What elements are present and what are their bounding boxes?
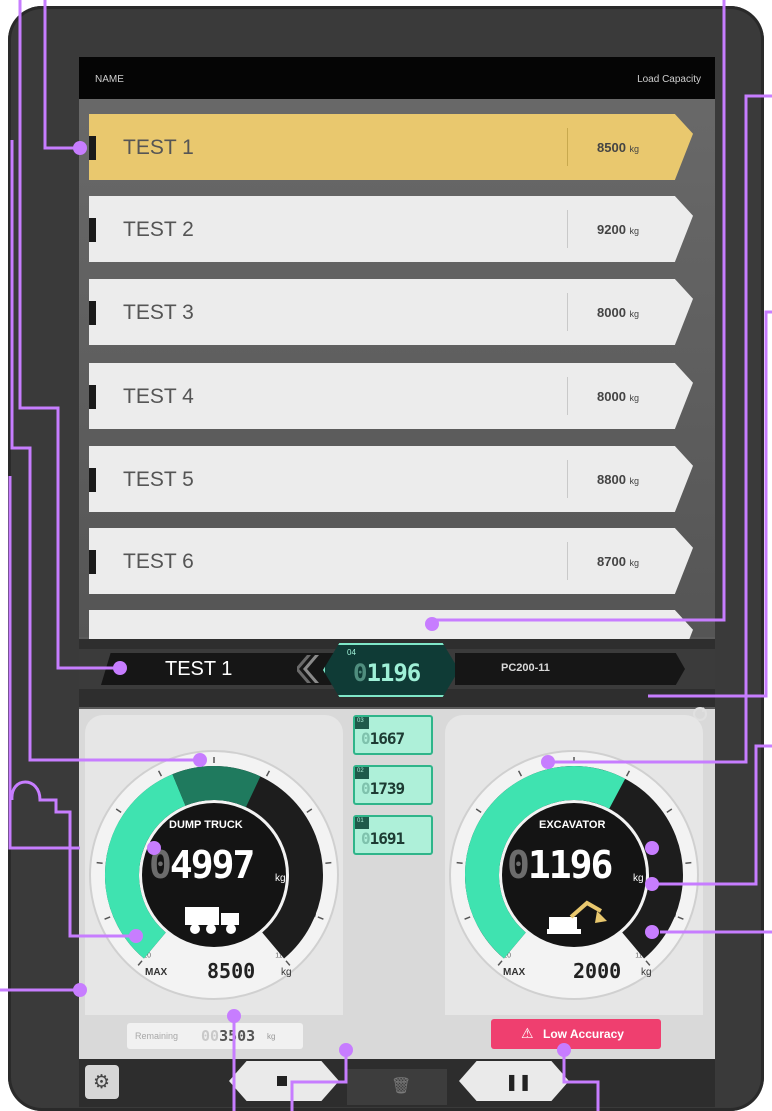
row-capacity: 8500 kg — [597, 140, 640, 155]
excavator-model: PC200-11 — [501, 662, 550, 674]
excavator-value: 01196 — [507, 843, 613, 887]
dump-truck-max-label: MAX — [145, 967, 168, 978]
truck-list: NAME Load Capacity TEST 1 8500 kg TEST 2… — [79, 57, 715, 676]
excavator-unit: kg — [633, 873, 644, 884]
dump-truck-value: 04997 — [149, 843, 255, 887]
list-row-test-3[interactable]: TEST 3 8000 kg — [89, 279, 693, 345]
dump-truck-icon — [185, 907, 239, 934]
header-name: NAME — [95, 74, 124, 85]
list-header: NAME Load Capacity — [79, 57, 715, 99]
row-capacity: 8000 kg — [597, 389, 640, 404]
dump-truck-unit: kg — [275, 873, 286, 884]
row-divider — [567, 128, 568, 166]
row-capacity: 8700 kg — [597, 554, 640, 569]
current-load-display: 04 01196 — [323, 643, 459, 697]
row-capacity: 8800 kg — [597, 472, 640, 487]
row-grip-icon — [89, 136, 96, 160]
chevron-left-icon — [297, 655, 319, 683]
delete-button[interactable]: 🗑 — [347, 1069, 447, 1105]
remaining-label: Remaining — [135, 1031, 179, 1041]
row-grip-icon — [89, 550, 96, 574]
list-row-test-2[interactable]: TEST 2 9200 kg — [89, 196, 693, 262]
excavator-gauge: 10 20 30 40 50 60 70 80 90 100 110 EXCAVATOR 01196… — [445, 715, 703, 1015]
remaining-unit: kg — [267, 1032, 276, 1041]
history-item[interactable]: 02 01739 — [353, 765, 433, 805]
scale-tick — [685, 861, 692, 865]
history-item[interactable]: 01 01691 — [353, 815, 433, 855]
warning-text: Low Accuracy — [543, 1027, 624, 1041]
dump-truck-fill-segment — [172, 766, 261, 808]
row-name: TEST 3 — [123, 301, 194, 324]
row-divider — [567, 210, 568, 248]
pause-button[interactable]: ❚❚ — [459, 1061, 569, 1101]
dump-truck-max-unit: kg — [281, 967, 292, 978]
excavator-max-label: MAX — [503, 967, 526, 978]
app-screen: NAME Load Capacity TEST 1 8500 kg TEST 2… — [79, 57, 715, 1107]
scale-tick — [96, 861, 103, 865]
excavator-panel[interactable]: PC200-11 — [455, 653, 685, 685]
remaining-capacity: Remaining 003503 kg — [127, 1023, 303, 1049]
selected-truck-name: TEST 1 — [165, 658, 233, 680]
gear-icon: ⚙ — [93, 1072, 111, 1093]
row-name: TEST 1 — [123, 136, 194, 159]
scale-tick — [456, 861, 463, 865]
list-row-test-6[interactable]: TEST 6 8700 kg — [89, 528, 693, 594]
scale-tick — [325, 861, 332, 865]
current-load-value: 01196 — [353, 659, 421, 687]
stop-button[interactable] — [229, 1061, 339, 1101]
status-bar: TEST 1 04 01196 PC200-11 — [79, 639, 715, 707]
row-divider — [567, 377, 568, 415]
row-grip-icon — [89, 218, 96, 242]
header-load-capacity: Load Capacity — [637, 74, 701, 85]
list-row-test-5[interactable]: TEST 5 8800 kg — [89, 446, 693, 512]
dump-truck-max-value: 8500 — [207, 959, 256, 983]
dump-truck-gauge: 10 20 30 40 50 60 70 80 90 100 110 DUMP TRUCK 0499… — [85, 715, 343, 1015]
row-grip-icon — [89, 468, 96, 492]
row-divider — [567, 542, 568, 580]
row-capacity: 9200 kg — [597, 222, 640, 237]
row-grip-icon — [89, 385, 96, 409]
excavator-max-unit: kg — [641, 967, 652, 978]
row-name: TEST 2 — [123, 218, 194, 241]
row-divider — [567, 460, 568, 498]
stop-icon — [277, 1076, 287, 1086]
low-accuracy-warning[interactable]: ⚠ Low Accuracy — [491, 1019, 661, 1049]
list-row-test-4[interactable]: TEST 4 8000 kg — [89, 363, 693, 429]
dump-truck-label: DUMP TRUCK — [169, 819, 243, 831]
row-grip-icon — [89, 301, 96, 325]
list-row-test-1[interactable]: TEST 1 8500 kg — [89, 114, 693, 180]
excavator-icon — [547, 900, 607, 934]
remaining-value: 003503 — [201, 1027, 256, 1045]
excavator-max-value: 2000 — [573, 959, 622, 983]
excavator-label: EXCAVATOR — [539, 819, 606, 831]
load-history: 03 01667 02 01739 01 01691 — [351, 715, 435, 1015]
row-divider — [567, 293, 568, 331]
settings-button[interactable]: ⚙ — [85, 1065, 119, 1099]
row-name: TEST 6 — [123, 550, 194, 573]
trash-icon: 🗑 — [391, 1078, 412, 1095]
current-load-index: 04 — [347, 648, 356, 657]
bottom-toolbar: ⚙ 🗑 ❚❚ — [79, 1059, 715, 1107]
row-capacity: 8000 kg — [597, 305, 640, 320]
gauge-area: 10 20 30 40 50 60 70 80 90 100 110 DUMP TRUCK 0499… — [79, 707, 715, 1107]
row-name: TEST 5 — [123, 468, 194, 491]
selected-dot-icon — [117, 665, 126, 674]
row-name: TEST 4 — [123, 385, 194, 408]
history-item[interactable]: 03 01667 — [353, 715, 433, 755]
pause-icon: ❚❚ — [505, 1074, 532, 1091]
warning-icon: ⚠ — [521, 1025, 534, 1041]
